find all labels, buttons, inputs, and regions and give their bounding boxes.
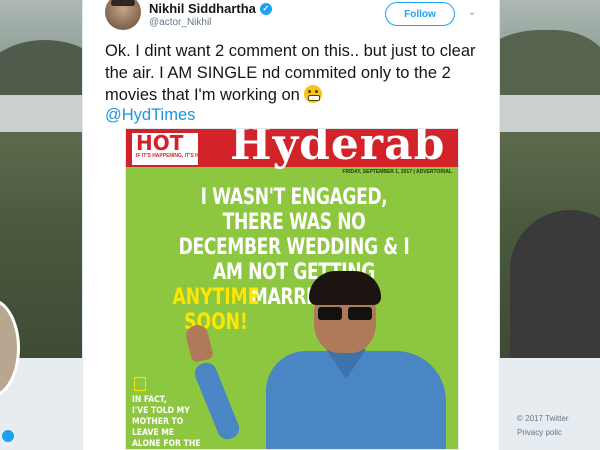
background-person xyxy=(510,210,600,360)
cover-side-quote: IN FACT, I'VE TOLD MY MOTHER TO LEAVE ME… xyxy=(132,395,217,449)
cover-brand: Hyderab xyxy=(230,128,446,170)
sunglasses-icon xyxy=(318,307,374,321)
person-body xyxy=(266,351,446,449)
mention-link[interactable]: @HydTimes xyxy=(105,106,195,125)
verified-badge-icon: ✓ xyxy=(259,2,272,15)
grimacing-face-icon xyxy=(303,85,322,103)
quote-box-icon xyxy=(134,377,146,391)
background-verified-icon xyxy=(2,430,14,442)
tweet-body: Ok. I dint want 2 comment on this.. but … xyxy=(105,40,495,106)
author-name-row: Nikhil Siddhartha ✓ xyxy=(149,1,272,16)
footer-privacy-link[interactable]: Privacy polic xyxy=(517,426,592,440)
author-name[interactable]: Nikhil Siddhartha xyxy=(149,1,256,16)
tweet-header: Nikhil Siddhartha ✓ @actor_Nikhil Follow… xyxy=(83,0,499,38)
side-quote-line: ALONE FOR THE xyxy=(132,439,201,449)
tweet-media-image[interactable]: Hyderab HOT IF IT'S HAPPENING, IT'S HERE… xyxy=(125,128,459,450)
cover-hot-label: HOT xyxy=(136,131,184,155)
footer-copyright[interactable]: © 2017 Twitter xyxy=(517,412,592,426)
follow-button[interactable]: Follow xyxy=(385,2,455,26)
cover-date-line: FRIDAY, SEPTEMBER 1, 2017 | ADVERTORIAL xyxy=(342,169,452,175)
background-footer: © 2017 Twitter Privacy polic xyxy=(517,412,592,440)
person-hair xyxy=(309,271,381,305)
tweet-card: Nikhil Siddhartha ✓ @actor_Nikhil Follow… xyxy=(82,0,500,450)
side-quote-line: IN FACT, xyxy=(132,395,167,405)
cover-hot-tagline: IF IT'S HAPPENING, IT'S HERE xyxy=(136,153,209,159)
author-handle[interactable]: @actor_Nikhil xyxy=(149,17,211,28)
chevron-down-icon[interactable]: ⌄ xyxy=(465,6,479,20)
author-avatar[interactable] xyxy=(105,0,141,30)
side-quote-line: MOTHER TO xyxy=(132,417,184,427)
side-quote-line: LEAVE ME xyxy=(132,428,175,438)
avatar-hair xyxy=(111,0,135,6)
side-quote-line: I'VE TOLD MY xyxy=(132,406,190,416)
cover-hot-badge: HOT IF IT'S HAPPENING, IT'S HERE xyxy=(132,131,209,165)
cover-headline-highlight: ANYTIME SOON! xyxy=(172,285,260,335)
tweet-text: Ok. I dint want 2 comment on this.. but … xyxy=(105,42,476,104)
